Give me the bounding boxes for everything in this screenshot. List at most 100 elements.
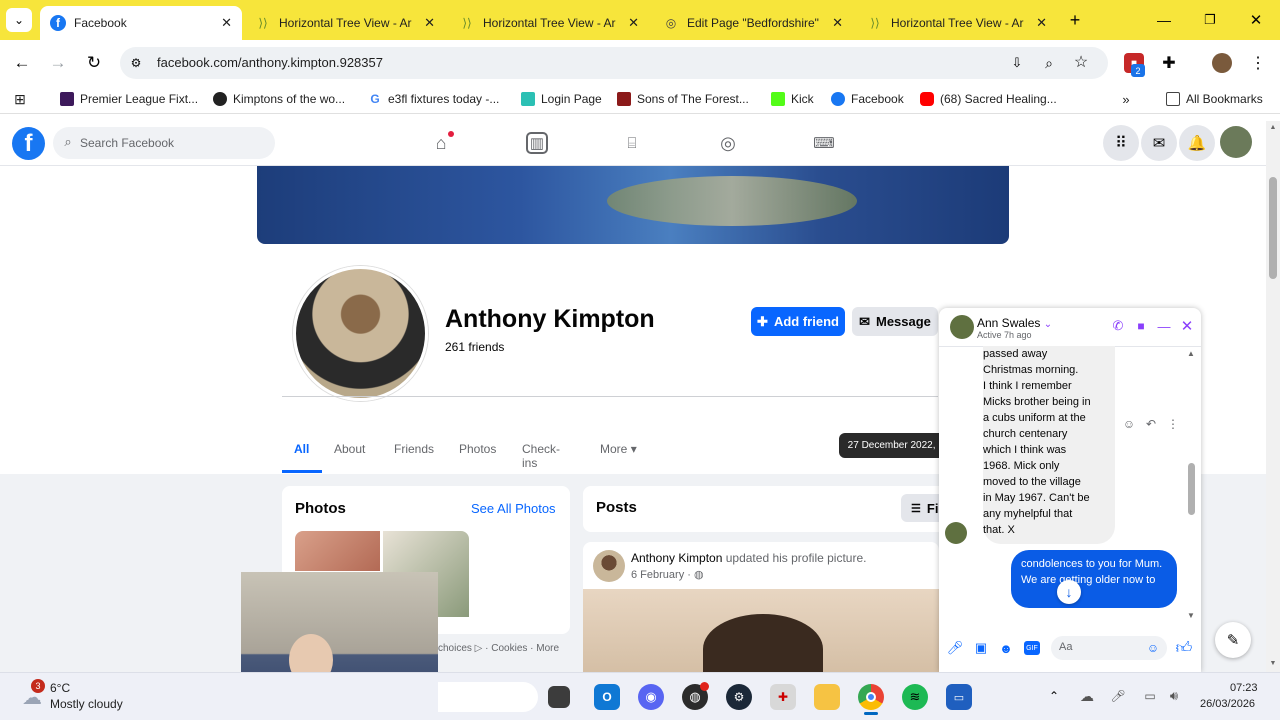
install-app-icon[interactable]: ⇩	[1008, 54, 1026, 72]
close-tab-icon[interactable]: ✕	[424, 15, 435, 31]
outlook-icon[interactable]: O	[594, 684, 620, 710]
clock-date[interactable]: 26/03/2026	[1200, 698, 1255, 710]
bookmark-item[interactable]: Premier League Fixt...	[60, 92, 198, 106]
close-tab-icon[interactable]: ✕	[628, 15, 639, 31]
emoji-icon[interactable]: ☺	[1145, 640, 1161, 656]
add-friend-button[interactable]: ✚ Add friend	[751, 307, 845, 336]
profile-avatar-icon[interactable]	[1212, 53, 1232, 73]
message-input[interactable]: Aa ☺	[1051, 636, 1167, 660]
minimize-chat-icon[interactable]: —	[1156, 318, 1172, 334]
system-tray-chevron-icon[interactable]: ⌃	[1046, 688, 1062, 704]
close-tab-icon[interactable]: ✕	[1036, 15, 1047, 31]
task-view-icon[interactable]	[548, 686, 570, 708]
bookmark-item[interactable]: Kimptons of the wo...	[213, 92, 345, 106]
close-chat-icon[interactable]: ✕	[1179, 318, 1195, 335]
volume-icon[interactable]: 🔊︎	[1166, 688, 1182, 704]
chat-scroll-up-icon[interactable]: ▲	[1186, 348, 1196, 358]
messenger-icon[interactable]: ✉	[1141, 125, 1177, 161]
bookmark-item[interactable]: Login Page	[521, 92, 602, 106]
message-button[interactable]: ✉ Message	[852, 307, 938, 336]
back-arrow-icon[interactable]: ←	[10, 52, 34, 74]
reload-icon[interactable]: ↻	[82, 52, 106, 74]
chrome-icon[interactable]	[858, 684, 884, 710]
page-scrollbar-thumb[interactable]	[1269, 177, 1277, 279]
all-bookmarks-folder[interactable]: All Bookmarks	[1166, 92, 1263, 106]
tab-more[interactable]: More ▾	[600, 442, 637, 456]
microphone-tray-icon[interactable]: 🎤︎	[1110, 688, 1126, 704]
post-date[interactable]: 6 February · ◍	[631, 568, 704, 581]
marketplace-icon[interactable]: ⌸	[621, 132, 643, 154]
new-tab-icon[interactable]: +	[1064, 10, 1086, 30]
post-author-avatar[interactable]	[593, 550, 625, 582]
bookmark-item[interactable]: Facebook	[831, 92, 904, 106]
gif-icon[interactable]: GIF	[1024, 641, 1040, 655]
tab-facebook[interactable]: f Facebook ✕	[40, 6, 242, 40]
post-author-name[interactable]: Anthony Kimpton	[631, 551, 722, 565]
tab-horizontal-tree-1[interactable]: ⟩⟩ Horizontal Tree View - Ar ✕	[245, 6, 445, 40]
gaming-icon[interactable]: ⌨	[813, 132, 835, 154]
friends-count[interactable]: 261 friends	[445, 340, 504, 354]
close-tab-icon[interactable]: ✕	[832, 15, 843, 31]
bookmark-item[interactable]: Kick	[771, 92, 814, 106]
thumbs-up-icon[interactable]: 👍︎	[1174, 638, 1194, 658]
zoom-icon[interactable]: ⌕	[1040, 54, 1058, 72]
search-facebook-input[interactable]: ⌕ Search Facebook	[53, 127, 275, 159]
chat-contact-avatar[interactable]	[950, 315, 974, 339]
extensions-puzzle-icon[interactable]: ✚	[1158, 52, 1180, 74]
minimize-window-icon[interactable]: —	[1152, 10, 1176, 30]
scroll-down-icon[interactable]: ▼	[1269, 659, 1277, 667]
video-call-icon[interactable]: ■	[1133, 318, 1149, 334]
bookmark-item[interactable]: (68) Sacred Healing...	[920, 92, 1057, 106]
tab-horizontal-tree-2[interactable]: ⟩⟩ Horizontal Tree View - Ar ✕	[449, 6, 649, 40]
browser-menu-icon[interactable]: ⋮	[1248, 52, 1268, 74]
menu-grid-icon[interactable]: ⠿	[1103, 125, 1139, 161]
see-all-photos-link[interactable]: See All Photos	[471, 501, 556, 516]
facebook-logo-icon[interactable]: f	[12, 127, 45, 160]
site-info-icon[interactable]: ⚙	[128, 55, 144, 71]
page-scrollbar[interactable]: ▲ ▼	[1266, 121, 1280, 672]
chat-scroll-down-icon[interactable]: ▼	[1186, 610, 1196, 620]
close-tab-icon[interactable]: ✕	[221, 15, 232, 31]
tab-edit-page[interactable]: ◎ Edit Page "Bedfordshire" ✕	[653, 6, 853, 40]
photo-attach-icon[interactable]: ▣	[973, 640, 989, 656]
discord-icon[interactable]: ◉	[638, 684, 664, 710]
cover-photo[interactable]	[257, 166, 1009, 244]
tab-friends[interactable]: Friends	[394, 442, 434, 456]
microphone-icon[interactable]: 🎤︎	[947, 640, 964, 656]
sticker-icon[interactable]: ☻	[998, 640, 1014, 656]
tab-about[interactable]: About	[334, 442, 365, 456]
clock-time[interactable]: 07:23	[1230, 682, 1258, 694]
network-icon[interactable]: ▭	[1142, 688, 1158, 704]
more-bookmarks-icon[interactable]: »	[1118, 91, 1134, 107]
restore-window-icon[interactable]: ❐	[1198, 10, 1222, 30]
steam-icon[interactable]: ⚙	[726, 684, 752, 710]
react-emoji-icon[interactable]: ☺	[1121, 416, 1137, 432]
weather-temp[interactable]: 6°C	[50, 681, 70, 695]
tab-search-chevron-icon[interactable]: ⌄	[6, 8, 32, 32]
game-app-icon[interactable]: ✚	[770, 684, 796, 710]
scroll-down-arrow-icon[interactable]: ↓	[1057, 580, 1081, 604]
post-image[interactable]	[583, 589, 939, 672]
phone-call-icon[interactable]: ✆	[1110, 318, 1126, 334]
tab-photos[interactable]: Photos	[459, 442, 496, 456]
close-window-icon[interactable]: ✕	[1244, 10, 1268, 30]
incoming-message-bubble[interactable]: passed away Christmas morning. I think I…	[983, 346, 1115, 544]
outgoing-message-bubble[interactable]: condolences to you for Mum. We are getti…	[1011, 550, 1177, 608]
notifications-bell-icon[interactable]: 🔔	[1179, 125, 1215, 161]
more-options-icon[interactable]: ⋮	[1165, 416, 1181, 432]
video-icon[interactable]: ▥	[526, 132, 548, 154]
weather-description[interactable]: Mostly cloudy	[50, 697, 123, 711]
tab-check-ins[interactable]: Check-ins	[522, 442, 560, 470]
spotify-icon[interactable]: ≋	[902, 684, 928, 710]
file-explorer-icon[interactable]	[814, 684, 840, 710]
bookmark-item[interactable]: Sons of The Forest...	[617, 92, 749, 106]
taskbar-search-box[interactable]	[438, 682, 538, 712]
footer-links[interactable]: choices ▷ · Cookies · More	[438, 643, 559, 654]
remote-desktop-icon[interactable]: ▭	[946, 684, 972, 710]
reply-icon[interactable]: ↶	[1143, 416, 1159, 432]
tab-all[interactable]: All	[294, 442, 309, 456]
scroll-up-icon[interactable]: ▲	[1269, 123, 1277, 131]
tab-horizontal-tree-3[interactable]: ⟩⟩ Horizontal Tree View - Ar ✕	[857, 6, 1057, 40]
groups-icon[interactable]: ◎	[717, 132, 739, 154]
chat-scrollbar-thumb[interactable]	[1188, 463, 1195, 515]
